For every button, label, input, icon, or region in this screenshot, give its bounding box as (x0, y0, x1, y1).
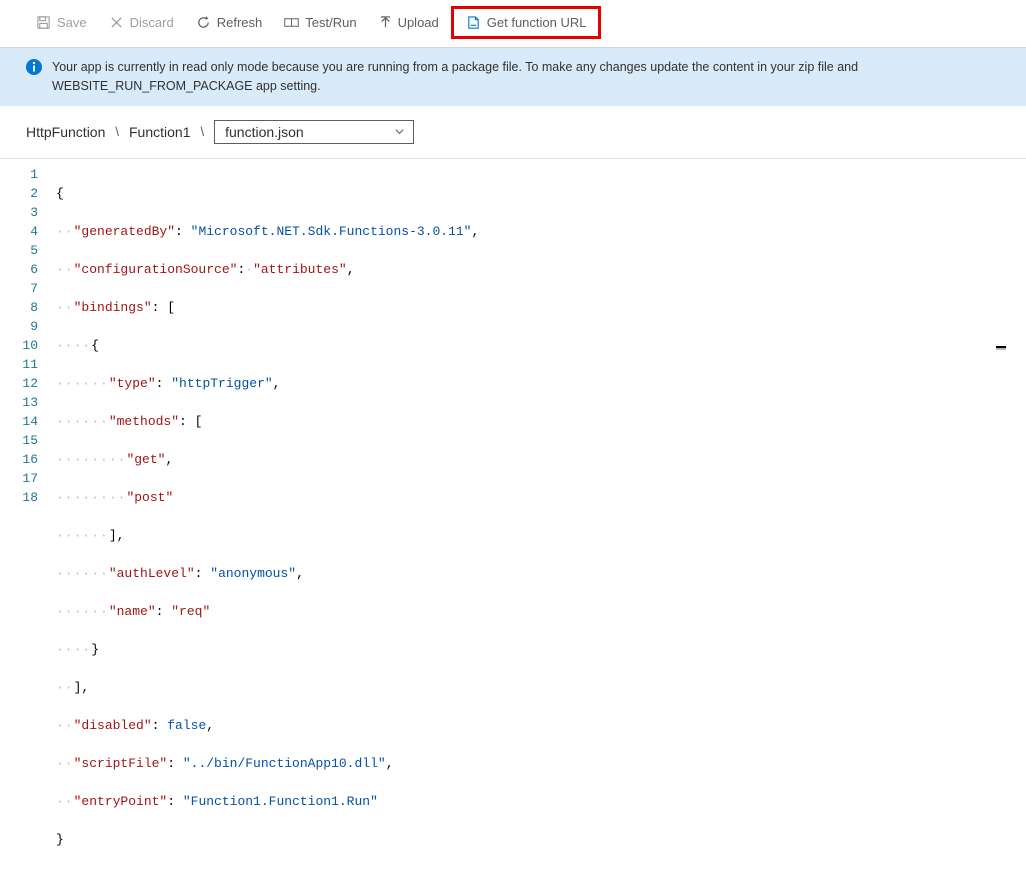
upload-button[interactable]: Upload (369, 11, 449, 34)
highlighted-action: Get function URL (451, 6, 602, 39)
info-banner: Your app is currently in read only mode … (0, 48, 1026, 106)
line-number: 7 (0, 279, 38, 298)
line-gutter: 1 2 3 4 5 6 7 8 9 10 11 12 13 14 15 16 1… (0, 165, 56, 887)
refresh-button[interactable]: Refresh (186, 11, 273, 34)
breadcrumb-sep: \ (200, 124, 204, 139)
line-number: 2 (0, 184, 38, 203)
save-label: Save (57, 15, 87, 30)
line-number: 9 (0, 317, 38, 336)
save-icon (36, 15, 51, 30)
info-text: Your app is currently in read only mode … (52, 58, 1012, 96)
breadcrumb-root[interactable]: HttpFunction (26, 124, 105, 140)
line-number: 3 (0, 203, 38, 222)
test-label: Test/Run (305, 15, 356, 30)
test-run-button[interactable]: Test/Run (274, 11, 366, 34)
line-number: 11 (0, 355, 38, 374)
discard-button[interactable]: Discard (99, 11, 184, 34)
line-number: 18 (0, 488, 38, 507)
line-number: 5 (0, 241, 38, 260)
refresh-label: Refresh (217, 15, 263, 30)
line-number: 13 (0, 393, 38, 412)
close-icon (109, 15, 124, 30)
discard-label: Discard (130, 15, 174, 30)
line-number: 14 (0, 412, 38, 431)
toolbar: Save Discard Refresh Test/Run Upload Get… (0, 0, 1026, 48)
line-number: 16 (0, 450, 38, 469)
line-number: 15 (0, 431, 38, 450)
file-dropdown-value: function.json (225, 124, 304, 140)
line-number: 4 (0, 222, 38, 241)
test-icon (284, 15, 299, 30)
get-function-url-button[interactable]: Get function URL (456, 11, 597, 34)
upload-label: Upload (398, 15, 439, 30)
breadcrumb: HttpFunction \ Function1 \ function.json (0, 106, 1026, 159)
breadcrumb-func[interactable]: Function1 (129, 124, 190, 140)
line-number: 8 (0, 298, 38, 317)
get-url-icon (466, 15, 481, 30)
code-editor[interactable]: 1 2 3 4 5 6 7 8 9 10 11 12 13 14 15 16 1… (0, 159, 1026, 887)
code-content[interactable]: { ··"generatedBy": "Microsoft.NET.Sdk.Fu… (56, 165, 1026, 887)
line-number: 10 (0, 336, 38, 355)
line-number: 17 (0, 469, 38, 488)
file-dropdown[interactable]: function.json (214, 120, 414, 144)
save-button[interactable]: Save (26, 11, 97, 34)
line-number: 12 (0, 374, 38, 393)
refresh-icon (196, 15, 211, 30)
breadcrumb-sep: \ (115, 124, 119, 139)
line-number: 6 (0, 260, 38, 279)
info-icon (26, 59, 42, 75)
upload-icon (379, 16, 392, 29)
chevron-down-icon (394, 126, 405, 137)
line-number: 1 (0, 165, 38, 184)
scrollbar-marker (996, 346, 1006, 350)
get-url-label: Get function URL (487, 15, 587, 30)
